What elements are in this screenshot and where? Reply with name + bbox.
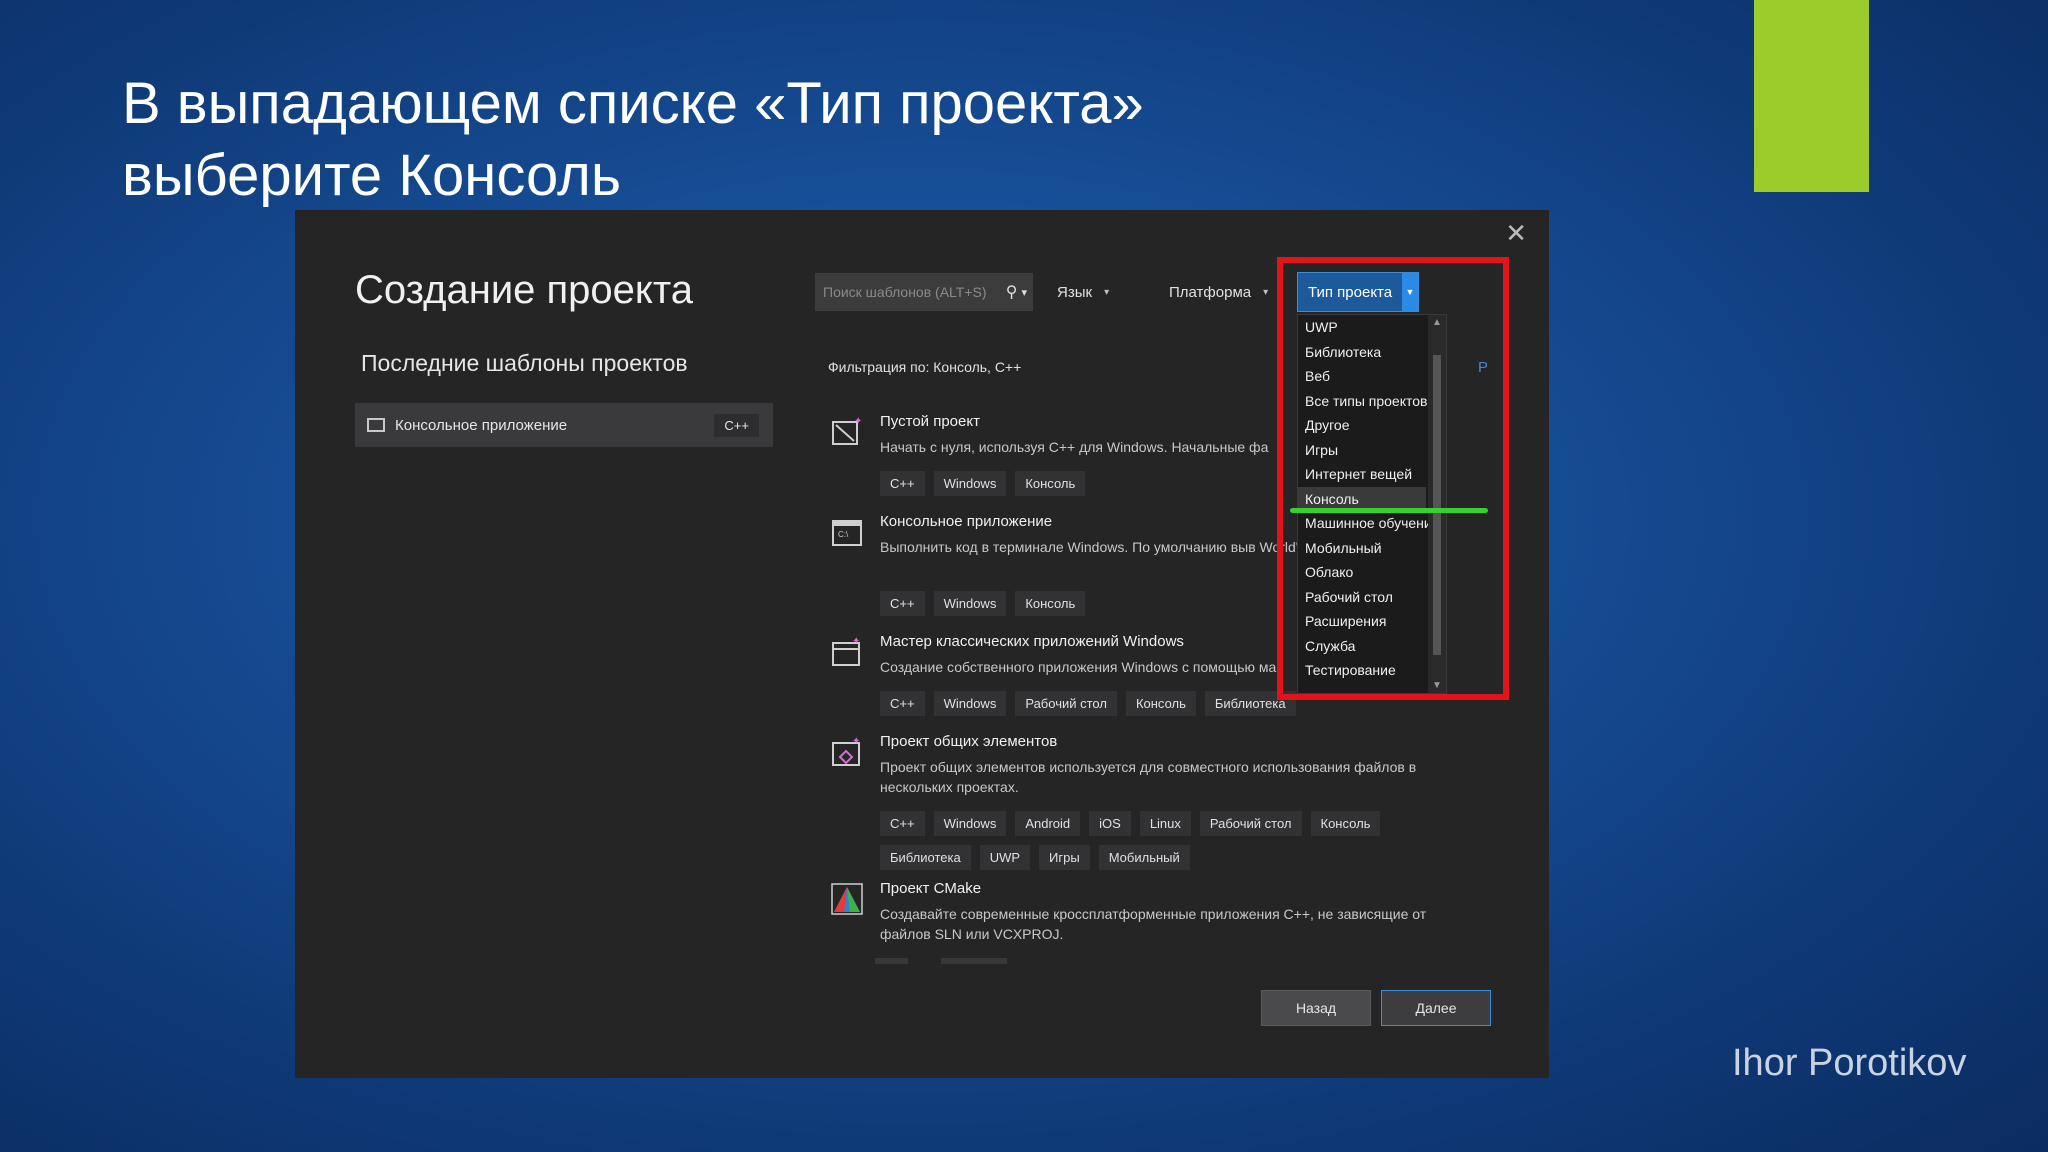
tag: C++: [880, 811, 925, 836]
filter-summary: Фильтрация по: Консоль, C++: [828, 359, 1022, 375]
template-description: Проект общих элементов используется для …: [880, 759, 1417, 795]
accent-bar: [1754, 0, 1869, 192]
tag: Консоль: [1015, 591, 1086, 616]
language-badge: C++: [714, 413, 759, 437]
console-app-icon: C:\: [832, 520, 862, 546]
tag: Android: [1015, 811, 1081, 836]
platform-filter-label: Платформа: [1169, 283, 1252, 301]
template-name: Проект CMake: [880, 880, 982, 897]
tag: Windows: [933, 591, 1007, 616]
tag: Игры: [1039, 845, 1090, 870]
green-underline-mark: [1290, 508, 1488, 513]
language-filter[interactable]: Язык ▾: [1057, 273, 1109, 311]
template-item[interactable]: ✦ Проект общих элементов Проект общих эл…: [830, 733, 1450, 873]
tag: Библиотека: [880, 845, 971, 870]
tag: C++: [880, 591, 925, 616]
tag: Windows: [933, 691, 1007, 716]
template-name: Проект общих элементов: [880, 733, 1058, 750]
slide-title: В выпадающем списке «Тип проекта» выбери…: [122, 68, 1422, 212]
console-app-icon: [367, 418, 385, 432]
tag: Консоль: [1125, 691, 1196, 716]
tag: Linux: [1139, 811, 1191, 836]
close-icon[interactable]: ✕: [1505, 218, 1527, 249]
tag: UWP: [979, 845, 1031, 870]
back-button[interactable]: Назад: [1261, 990, 1371, 1026]
template-name: Консольное приложение: [880, 513, 1053, 530]
slide-title-line-1: В выпадающем списке «Тип проекта»: [122, 71, 1144, 136]
tag: Консоль: [1015, 471, 1086, 496]
tag: Рабочий стол: [1015, 691, 1117, 716]
svg-text:✦: ✦: [852, 736, 860, 747]
tag: Windows: [933, 811, 1007, 836]
author-name: Ihor Porotikov: [1732, 1042, 1967, 1084]
cmake-icon: [831, 883, 863, 915]
language-filter-label: Язык: [1057, 283, 1093, 301]
desktop-wizard-icon: ✦: [832, 636, 860, 666]
recent-template-item[interactable]: Консольное приложение C++: [355, 403, 773, 447]
template-name: Пустой проект: [880, 413, 980, 430]
svg-text:✦: ✦: [852, 636, 860, 647]
red-highlight-box: [1277, 257, 1509, 700]
template-search-input[interactable]: Поиск шаблонов (ALT+S) ⚲ ▾: [815, 273, 1033, 311]
tag: C++: [880, 691, 925, 716]
recent-template-label: Консольное приложение: [395, 416, 568, 434]
search-dropdown-icon[interactable]: ▾: [1021, 286, 1027, 299]
shared-items-icon: ✦: [832, 736, 860, 766]
empty-project-icon: ✦: [832, 416, 862, 445]
svg-text:C:\: C:\: [838, 530, 849, 539]
svg-text:✦: ✦: [854, 416, 862, 427]
tag: Мобильный: [1098, 845, 1190, 870]
template-description: Создавайте современные кроссплатформенны…: [880, 906, 1427, 942]
dialog-title: Создание проекта: [355, 268, 693, 312]
platform-filter[interactable]: Платформа ▾: [1169, 273, 1268, 311]
tag: C++: [880, 471, 925, 496]
tag: iOS: [1089, 811, 1131, 836]
template-tags: C++ Windows Android iOS Linux Рабочий ст…: [880, 811, 1480, 870]
chevron-down-icon: ▾: [1263, 286, 1269, 298]
tag: Windows: [933, 471, 1007, 496]
next-button[interactable]: Далее: [1381, 990, 1491, 1026]
tag: Консоль: [1310, 811, 1381, 836]
chevron-down-icon: ▾: [1104, 286, 1110, 298]
tag: Рабочий стол: [1199, 811, 1302, 836]
template-item[interactable]: Проект CMake Создавайте современные крос…: [830, 880, 1450, 950]
recent-templates-header: Последние шаблоны проектов: [361, 350, 688, 376]
search-placeholder: Поиск шаблонов (ALT+S): [823, 284, 987, 300]
template-name: Мастер классических приложений Windows: [880, 633, 1184, 650]
slide-title-line-2: выберите Консоль: [122, 143, 622, 208]
search-icon[interactable]: ⚲: [1006, 282, 1018, 302]
list-fade-divider: [875, 958, 1205, 964]
